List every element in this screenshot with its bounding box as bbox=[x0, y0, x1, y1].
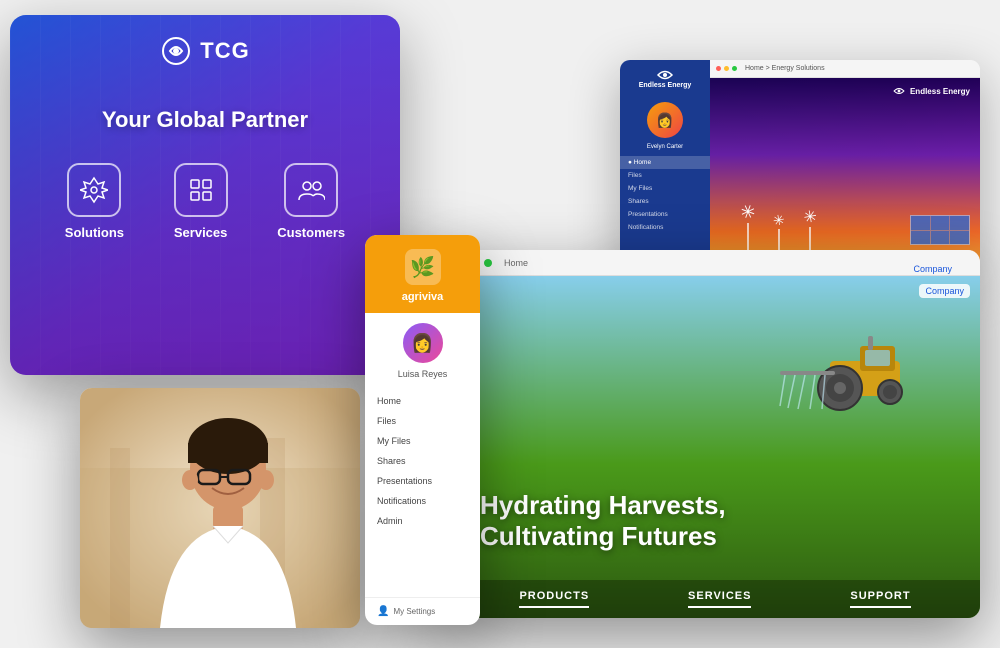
tcg-customers-item[interactable]: Customers bbox=[277, 163, 345, 240]
energy-nav-files[interactable]: Files bbox=[620, 169, 710, 182]
energy-logo-icon bbox=[655, 68, 675, 82]
agriviva-avatar: 👩 bbox=[401, 321, 445, 365]
energy-nav-home[interactable]: ● Home bbox=[620, 156, 710, 169]
farm-company-nav[interactable]: Company bbox=[919, 284, 970, 298]
energy-brand-sidebar: Endless Energy bbox=[639, 82, 692, 90]
tcg-icons-row: Solutions Services bbox=[10, 133, 400, 248]
energy-windmills: ✳ ✳ ✳ bbox=[740, 202, 816, 255]
energy-card: Endless Energy 👩 Evelyn Carter ● Home Fi… bbox=[620, 60, 980, 270]
tcg-customers-icon bbox=[284, 163, 338, 217]
agriviva-footer[interactable]: 👤 My Settings bbox=[365, 597, 480, 625]
agriviva-nav-admin[interactable]: Admin bbox=[365, 511, 480, 531]
farm-nav-products[interactable]: PRODUCTS bbox=[519, 590, 589, 608]
energy-logo-area: Endless Energy bbox=[639, 68, 692, 90]
tcg-solutions-icon bbox=[67, 163, 121, 217]
energy-dot-green bbox=[732, 66, 737, 71]
farm-url: Home bbox=[504, 258, 528, 268]
agriviva-nav-home[interactable]: Home bbox=[365, 391, 480, 411]
farm-content: Company Hydrating Harvests, Cultivating … bbox=[450, 276, 980, 618]
energy-sidebar: Endless Energy 👩 Evelyn Carter ● Home Fi… bbox=[620, 60, 710, 270]
tcg-card: TCG Your Global Partner Solutions S bbox=[10, 15, 400, 375]
energy-content: ✳ ✳ ✳ bbox=[710, 78, 980, 270]
energy-topbar: Home > Energy Solutions bbox=[710, 60, 980, 78]
energy-nav-notifications[interactable]: Notifications bbox=[620, 221, 710, 234]
agriviva-settings-label: My Settings bbox=[393, 607, 435, 616]
farm-company-link[interactable]: Company bbox=[913, 264, 952, 274]
energy-brand-icon bbox=[892, 86, 906, 96]
energy-nav-shares[interactable]: Shares bbox=[620, 195, 710, 208]
farm-topbar-nav: Company bbox=[923, 258, 970, 268]
agriviva-settings-icon: 👤 bbox=[377, 606, 389, 617]
farm-topbar: Home Company bbox=[450, 250, 980, 276]
person-card bbox=[80, 388, 360, 628]
person-silhouette bbox=[80, 388, 360, 628]
energy-nav-presentations[interactable]: Presentations bbox=[620, 208, 710, 221]
energy-browser-dots bbox=[716, 66, 737, 71]
farm-dot-green bbox=[484, 259, 492, 267]
agriviva-card: 🌿 agriviva 👩 Luisa Reyes Home Files My F… bbox=[365, 235, 480, 625]
tcg-logo-text: TCG bbox=[200, 38, 249, 64]
farm-nav-bar: PRODUCTS SERVICES SUPPORT bbox=[450, 580, 980, 618]
tcg-customers-label: Customers bbox=[277, 225, 345, 240]
tcg-logo-icon bbox=[160, 35, 192, 67]
energy-nav-myfiles[interactable]: My Files bbox=[620, 182, 710, 195]
tcg-solutions-label: Solutions bbox=[65, 225, 124, 240]
farm-headline-line1: Hydrating Harvests, bbox=[480, 490, 950, 521]
tcg-services-icon bbox=[174, 163, 228, 217]
person-photo bbox=[80, 388, 360, 628]
energy-user-name: Evelyn Carter bbox=[647, 144, 683, 150]
energy-brand-label: Endless Energy bbox=[910, 87, 970, 96]
energy-breadcrumb: Home > Energy Solutions bbox=[745, 65, 825, 72]
agriviva-nav-files[interactable]: Files bbox=[365, 411, 480, 431]
farm-card: Home Company bbox=[450, 250, 980, 618]
energy-solar bbox=[910, 215, 970, 245]
farm-nav-support[interactable]: SUPPORT bbox=[850, 590, 910, 608]
agriviva-nav-myfiles[interactable]: My Files bbox=[365, 431, 480, 451]
tcg-services-label: Services bbox=[174, 225, 228, 240]
tcg-solutions-item[interactable]: Solutions bbox=[65, 163, 124, 240]
farm-tractor bbox=[760, 306, 940, 421]
farm-headline-line2: Cultivating Futures bbox=[480, 521, 950, 552]
tcg-tagline: Your Global Partner bbox=[10, 107, 400, 133]
agriviva-nav-notifications[interactable]: Notifications bbox=[365, 491, 480, 511]
energy-main: Home > Energy Solutions ✳ ✳ ✳ bbox=[710, 60, 980, 270]
agriviva-nav-presentations[interactable]: Presentations bbox=[365, 471, 480, 491]
agriviva-logo-icon: 🌿 bbox=[405, 249, 441, 285]
energy-brand-main: Endless Energy bbox=[892, 86, 970, 96]
agriviva-nav: Home Files My Files Shares Presentations… bbox=[365, 387, 480, 535]
energy-dot-red bbox=[716, 66, 721, 71]
energy-avatar: 👩 bbox=[647, 102, 683, 138]
agriviva-name: agriviva bbox=[402, 291, 444, 303]
agriviva-nav-shares[interactable]: Shares bbox=[365, 451, 480, 471]
farm-headline: Hydrating Harvests, Cultivating Futures bbox=[480, 490, 950, 552]
farm-nav-services[interactable]: SERVICES bbox=[688, 590, 751, 608]
tcg-header: TCG bbox=[10, 15, 400, 77]
energy-dot-yellow bbox=[724, 66, 729, 71]
agriviva-user: Luisa Reyes bbox=[365, 365, 480, 387]
agriviva-header: 🌿 agriviva bbox=[365, 235, 480, 313]
tcg-services-item[interactable]: Services bbox=[174, 163, 228, 240]
